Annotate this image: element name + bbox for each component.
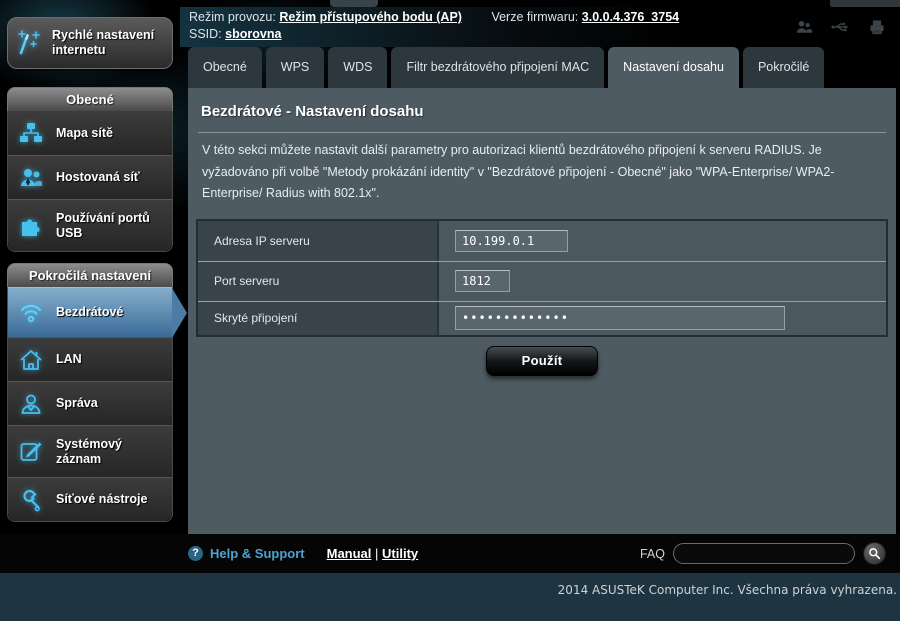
help-icon: ? — [188, 546, 203, 561]
sidebar-item-wireless[interactable]: Bezdrátové — [8, 287, 172, 337]
tab-wps[interactable]: WPS — [266, 47, 324, 88]
tab-obecne[interactable]: Obecné — [188, 47, 262, 88]
copyright-footer: 2014 ASUSTeK Computer Inc. Všechna práva… — [0, 573, 900, 621]
sidebar-item-guest-network[interactable]: Hostovaná síť — [8, 155, 172, 199]
tab-nastaveni-dosahu[interactable]: Nastavení dosahu — [608, 47, 739, 88]
wireless-tabs: Obecné WPS WDS Filtr bezdrátového připoj… — [188, 47, 824, 88]
sidebar-section-advanced: Pokročilá nastavení Bezdrátové LAN — [7, 263, 173, 522]
faq-search-input[interactable] — [673, 543, 855, 564]
manual-utility-links: Manual | Utility — [327, 546, 419, 561]
faq-label: FAQ — [640, 547, 665, 561]
guest-network-icon — [16, 163, 46, 193]
link-separator: | — [375, 546, 378, 561]
sidebar-item-lan[interactable]: LAN — [8, 337, 172, 381]
faq-search-group: FAQ — [640, 542, 886, 565]
sidebar-item-network-map[interactable]: Mapa sítě — [8, 111, 172, 155]
tab-mac-filter[interactable]: Filtr bezdrátového připojení MAC — [391, 47, 604, 88]
tab-wds[interactable]: WDS — [328, 47, 387, 88]
sidebar-item-usb-application[interactable]: Používání portů USB — [8, 199, 172, 251]
firmware-label: Verze firmwaru: — [491, 10, 578, 24]
operation-mode-label: Režim provozu: — [189, 10, 276, 24]
sidebar-section-general: Obecné Mapa sítě Hostovaná síť — [7, 87, 173, 252]
sidebar-item-label: Síťové nástroje — [56, 492, 147, 507]
top-info-bar: Režim provozu: Režim přístupového bodu (… — [180, 7, 900, 47]
sidebar-item-label: Hostovaná síť — [56, 170, 140, 185]
firmware-version-link[interactable]: 3.0.0.4.376_3754 — [582, 10, 679, 24]
ssid-link[interactable]: sborovna — [225, 27, 281, 41]
sidebar-item-label: Systémový záznam — [56, 437, 168, 467]
apply-button-container: Použít — [196, 346, 888, 376]
wireless-icon — [16, 298, 46, 328]
server-port-input[interactable] — [455, 270, 510, 292]
quick-setup-label: Rychlé nastavení internetu — [52, 28, 166, 58]
router-admin-page: Režim provozu: Režim přístupového bodu (… — [0, 0, 900, 621]
lan-icon — [16, 345, 46, 375]
table-row: Adresa IP serveru — [198, 221, 886, 262]
title-divider — [198, 132, 886, 133]
utility-link[interactable]: Utility — [382, 546, 418, 561]
sidebar: Rychlé nastavení internetu Obecné Mapa s… — [0, 0, 180, 522]
search-icon — [868, 547, 881, 560]
sidebar-item-label: Mapa sítě — [56, 126, 113, 141]
system-log-icon — [16, 437, 46, 467]
magic-wand-icon — [14, 28, 44, 58]
server-port-label: Port serveru — [198, 262, 439, 301]
page-title: Bezdrátové - Nastavení dosahu — [196, 88, 888, 120]
server-ip-label: Adresa IP serveru — [198, 221, 439, 261]
tab-pokrocile[interactable]: Pokročilé — [743, 47, 824, 88]
usb-icon[interactable] — [830, 18, 852, 36]
sidebar-item-administration[interactable]: Správa — [8, 381, 172, 425]
apply-button[interactable]: Použít — [486, 346, 598, 376]
usb-application-icon — [16, 211, 46, 241]
sidebar-item-label: Správa — [56, 396, 98, 411]
sidebar-item-label: Bezdrátové — [56, 305, 123, 320]
printer-icon[interactable] — [868, 18, 886, 36]
ssid-label: SSID: — [189, 27, 222, 41]
clients-icon[interactable] — [794, 18, 814, 36]
help-support-link[interactable]: Help & Support — [210, 546, 305, 561]
table-row: Port serveru — [198, 262, 886, 302]
connection-secret-label: Skryté připojení — [198, 302, 439, 335]
operation-mode-link[interactable]: Režim přístupového bodu (AP) — [279, 10, 462, 24]
network-map-icon — [16, 118, 46, 148]
bottom-bar: ? Help & Support Manual | Utility FAQ — [0, 534, 900, 573]
sidebar-item-label: LAN — [56, 352, 82, 367]
connection-secret-input[interactable] — [455, 306, 785, 330]
quick-internet-setup-button[interactable]: Rychlé nastavení internetu — [7, 17, 173, 69]
table-row: Skryté připojení — [198, 302, 886, 335]
manual-link[interactable]: Manual — [327, 546, 372, 561]
faq-search-button[interactable] — [863, 542, 886, 565]
sidebar-item-network-tools[interactable]: Síťové nástroje — [8, 477, 172, 521]
header-decoration — [330, 0, 378, 7]
server-ip-input[interactable] — [455, 230, 568, 252]
sidebar-item-system-log[interactable]: Systémový záznam — [8, 425, 172, 477]
sidebar-item-label: Používání portů USB — [56, 211, 168, 241]
section-description: V této sekci můžete nastavit další param… — [202, 140, 880, 205]
section-title-general: Obecné — [7, 87, 173, 111]
radius-settings-table: Adresa IP serveru Port serveru Skryté př… — [196, 219, 888, 337]
section-title-advanced: Pokročilá nastavení — [7, 263, 173, 287]
content-panel: Bezdrátové - Nastavení dosahu V této sek… — [188, 88, 896, 534]
status-icons — [794, 18, 886, 36]
administration-icon — [16, 389, 46, 419]
network-tools-icon — [16, 485, 46, 515]
